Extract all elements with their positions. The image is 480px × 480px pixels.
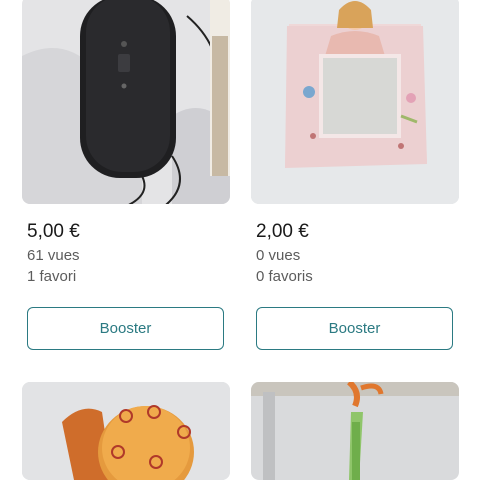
- listing-photo-hanging-toy[interactable]: [251, 382, 459, 480]
- boost-button[interactable]: Booster: [27, 307, 224, 350]
- photo-frame-image: [251, 0, 459, 204]
- listing-price: 2,00 €: [256, 221, 309, 242]
- boost-button[interactable]: Booster: [256, 307, 453, 350]
- listing-photo-mushroom-lamp[interactable]: [22, 382, 230, 480]
- mushroom-lamp-image: [22, 382, 230, 480]
- listing-views: 61 vues: [27, 247, 80, 264]
- listing-favorites: 1 favori: [27, 268, 77, 285]
- listing-price: 5,00 €: [27, 221, 80, 242]
- speaker-image: [22, 0, 230, 204]
- listing-views: 0 vues: [256, 247, 301, 264]
- hanging-toy-image: [251, 382, 459, 480]
- listing-photo-speaker[interactable]: [22, 0, 230, 204]
- listing-favorites: 0 favoris: [256, 268, 313, 285]
- listing-photo-frame[interactable]: [251, 0, 459, 204]
